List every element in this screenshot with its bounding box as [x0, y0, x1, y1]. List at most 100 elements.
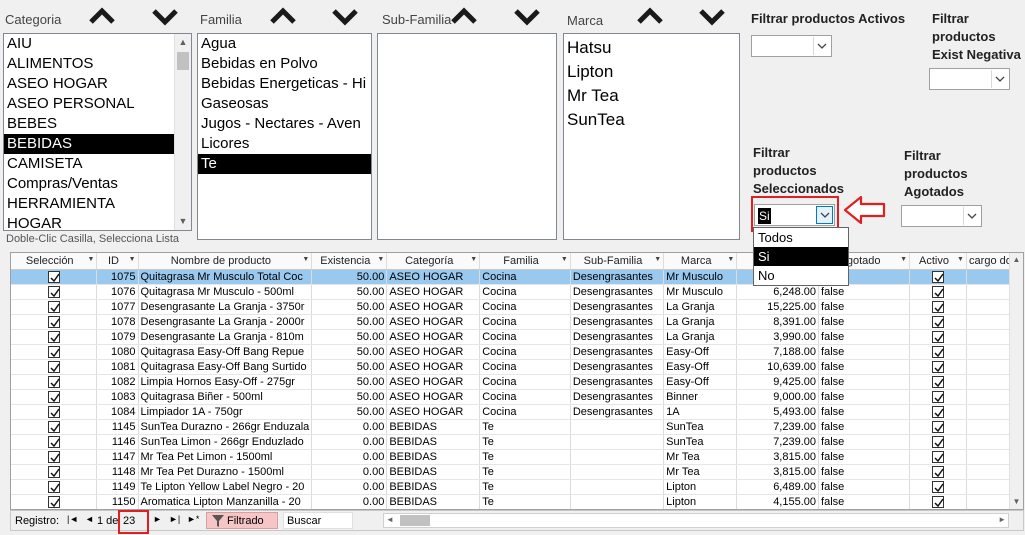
- agotado-cell[interactable]: false: [818, 359, 911, 375]
- existencia-cell[interactable]: 0.00: [311, 434, 388, 450]
- checkbox[interactable]: [931, 420, 944, 433]
- categoria-list-item[interactable]: ASEO HOGAR: [4, 74, 191, 94]
- column-header[interactable]: Nombre de producto ▼: [138, 253, 313, 270]
- marca-cell[interactable]: Mr Musculo: [663, 284, 738, 300]
- table-row[interactable]: 1146 SunTea Limon - 266gr Enduzlado 0.00 BE…: [11, 434, 1023, 450]
- familia-cell[interactable]: Te: [479, 464, 571, 480]
- agotado-cell[interactable]: false: [818, 419, 911, 435]
- activo-cell[interactable]: [909, 434, 967, 450]
- categoria-cell[interactable]: BEBIDAS: [386, 434, 481, 450]
- marca-cell[interactable]: 1A: [663, 404, 738, 420]
- categoria-cell[interactable]: ASEO HOGAR: [386, 299, 481, 315]
- categoria-up-button[interactable]: [87, 3, 117, 29]
- checkbox[interactable]: [47, 300, 60, 313]
- precio-cell[interactable]: 4,155.00: [736, 494, 820, 509]
- marca-cell[interactable]: Easy-Off: [663, 359, 738, 375]
- activo-cell[interactable]: [909, 299, 967, 315]
- agotado-cell[interactable]: false: [818, 374, 911, 390]
- checkbox[interactable]: [931, 315, 944, 328]
- marca-list-item[interactable]: Lipton: [564, 60, 739, 84]
- nombre-cell[interactable]: Quitagrasa Mr Musculo Total Coc: [138, 269, 313, 285]
- marca-down-button[interactable]: [697, 3, 727, 29]
- agotado-cell[interactable]: false: [818, 329, 911, 345]
- seleccion-cell[interactable]: [11, 389, 98, 405]
- column-header[interactable]: Familia ▼: [479, 253, 571, 270]
- precio-cell[interactable]: 10,639.00: [736, 359, 820, 375]
- activo-cell[interactable]: [909, 374, 967, 390]
- id-cell[interactable]: 1145: [96, 419, 139, 435]
- familia-cell[interactable]: Cocina: [479, 389, 571, 405]
- activo-cell[interactable]: [909, 329, 967, 345]
- familia-cell[interactable]: Te: [479, 479, 571, 495]
- subfamilia-cell[interactable]: Desengrasantes: [570, 269, 665, 285]
- checkbox[interactable]: [931, 360, 944, 373]
- activo-cell[interactable]: [909, 419, 967, 435]
- checkbox[interactable]: [47, 450, 60, 463]
- familia-down-button[interactable]: [330, 3, 360, 29]
- id-cell[interactable]: 1150: [96, 494, 139, 509]
- checkbox[interactable]: [931, 465, 944, 478]
- familia-list-item[interactable]: Gaseosas: [198, 94, 371, 114]
- subfamilia-cell[interactable]: Desengrasantes: [570, 374, 665, 390]
- last-record-button[interactable]: ►|: [169, 514, 180, 524]
- categoria-cell[interactable]: ASEO HOGAR: [386, 314, 481, 330]
- checkbox[interactable]: [931, 480, 944, 493]
- familia-up-button[interactable]: [268, 3, 298, 29]
- agotado-cell[interactable]: false: [818, 479, 911, 495]
- nombre-cell[interactable]: SunTea Limon - 266gr Enduzlado: [138, 434, 313, 450]
- existencia-cell[interactable]: 50.00: [311, 389, 388, 405]
- existencia-cell[interactable]: 50.00: [311, 359, 388, 375]
- scroll-up-icon[interactable]: ▲: [1010, 253, 1023, 267]
- table-row[interactable]: 1084 Limpiador 1A - 750gr 50.00 ASEO HOGAR C…: [11, 404, 1023, 420]
- subfamilia-cell[interactable]: Desengrasantes: [570, 329, 665, 345]
- activo-cell[interactable]: [909, 449, 967, 465]
- subfamilia-up-button[interactable]: [449, 3, 479, 29]
- seleccion-cell[interactable]: [11, 344, 98, 360]
- categoria-cell[interactable]: ASEO HOGAR: [386, 344, 481, 360]
- filter-arrow-icon[interactable]: ▼: [561, 256, 568, 263]
- chevron-down-icon[interactable]: [991, 70, 1008, 88]
- subfamilia-cell[interactable]: Desengrasantes: [570, 344, 665, 360]
- seleccion-cell[interactable]: [11, 299, 98, 315]
- column-header[interactable]: Activo ▼: [909, 253, 967, 270]
- agotado-cell[interactable]: false: [818, 404, 911, 420]
- checkbox[interactable]: [47, 405, 60, 418]
- familia-cell[interactable]: Cocina: [479, 374, 571, 390]
- nombre-cell[interactable]: Aromatica Lipton Manzanilla - 20: [138, 494, 313, 509]
- familia-cell[interactable]: Cocina: [479, 314, 571, 330]
- filter-arrow-icon[interactable]: ▼: [377, 256, 384, 263]
- id-cell[interactable]: 1148: [96, 464, 139, 480]
- familia-cell[interactable]: Te: [479, 494, 571, 509]
- nombre-cell[interactable]: Desengrasante La Granja - 3750r: [138, 299, 313, 315]
- scroll-down-icon[interactable]: ▼: [175, 213, 191, 230]
- seleccion-cell[interactable]: [11, 494, 98, 509]
- activo-cell[interactable]: [909, 359, 967, 375]
- activo-cell[interactable]: [909, 479, 967, 495]
- marca-cell[interactable]: La Granja: [663, 329, 738, 345]
- nombre-cell[interactable]: Quitagrasa Easy-Off Bang Surtido: [138, 359, 313, 375]
- id-cell[interactable]: 1149: [96, 479, 139, 495]
- marca-listbox[interactable]: Hatsu Lipton Mr Tea SunTea: [563, 33, 740, 240]
- agotado-cell[interactable]: false: [818, 284, 911, 300]
- id-cell[interactable]: 1082: [96, 374, 139, 390]
- precio-cell[interactable]: 15,225.00: [736, 299, 820, 315]
- column-header[interactable]: Selección ▼: [11, 253, 98, 270]
- categoria-list-item[interactable]: HERRAMIENTA: [4, 194, 191, 214]
- filter-arrow-icon[interactable]: ▼: [88, 256, 95, 263]
- nombre-cell[interactable]: Desengrasante La Granja - 810m: [138, 329, 313, 345]
- checkbox[interactable]: [47, 390, 60, 403]
- precio-cell[interactable]: 8,391.00: [736, 314, 820, 330]
- subfamilia-cell[interactable]: Desengrasantes: [570, 389, 665, 405]
- categoria-scrollbar[interactable]: ▲ ▼: [174, 34, 191, 230]
- existencia-cell[interactable]: 50.00: [311, 299, 388, 315]
- familia-list-item[interactable]: Agua: [198, 34, 371, 54]
- filter-arrow-icon[interactable]: ▼: [727, 256, 734, 263]
- checkbox[interactable]: [47, 435, 60, 448]
- familia-list-item[interactable]: Te: [198, 154, 371, 174]
- categoria-cell[interactable]: BEBIDAS: [386, 464, 481, 480]
- id-cell[interactable]: 1147: [96, 449, 139, 465]
- activo-cell[interactable]: [909, 464, 967, 480]
- marca-cell[interactable]: Lipton: [663, 494, 738, 509]
- chevron-down-icon[interactable]: [813, 37, 830, 55]
- seleccion-cell[interactable]: [11, 314, 98, 330]
